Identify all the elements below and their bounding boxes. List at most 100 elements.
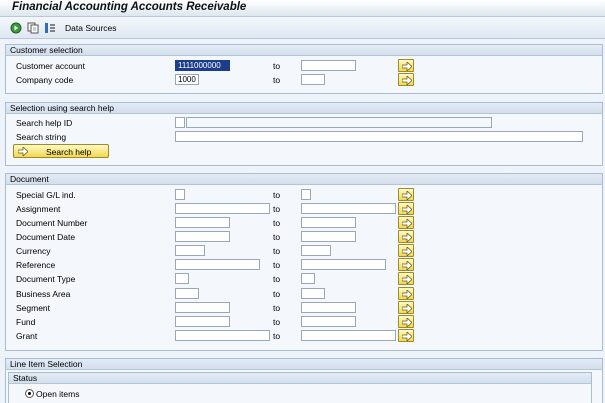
search-help-id-label: Search help ID bbox=[16, 118, 73, 128]
document-type-from-input[interactable] bbox=[175, 273, 189, 284]
multiple-selection-button[interactable] bbox=[398, 73, 414, 86]
reference-label: Reference bbox=[16, 260, 56, 270]
multiple-selection-button[interactable] bbox=[398, 230, 414, 243]
to-label: to bbox=[273, 289, 281, 299]
search-help-id-description bbox=[186, 117, 492, 128]
arrow-right-icon bbox=[402, 205, 412, 214]
execute-icon[interactable] bbox=[10, 22, 22, 34]
assignment-from-input[interactable] bbox=[175, 203, 270, 214]
currency-to-input[interactable] bbox=[301, 245, 331, 256]
to-label: to bbox=[273, 218, 281, 228]
to-label: to bbox=[273, 204, 281, 214]
title-bar: Financial Accounting Accounts Receivable bbox=[0, 0, 605, 17]
search-help-id-input[interactable] bbox=[175, 117, 185, 128]
document-date-label: Document Date bbox=[16, 232, 76, 242]
arrow-right-icon bbox=[402, 332, 412, 341]
arrow-right-icon bbox=[402, 275, 412, 284]
arrow-right-icon bbox=[402, 247, 412, 256]
assignment-to-input[interactable] bbox=[301, 203, 396, 214]
arrow-right-icon bbox=[402, 76, 412, 85]
to-label: to bbox=[273, 317, 281, 327]
fund-label: Fund bbox=[16, 317, 36, 327]
special-g-l-ind-from-input[interactable] bbox=[175, 189, 185, 200]
multiple-selection-button[interactable] bbox=[398, 315, 414, 328]
segment-to-input[interactable] bbox=[301, 302, 356, 313]
to-label: to bbox=[273, 260, 281, 270]
business-area-to-input[interactable] bbox=[301, 288, 325, 299]
arrow-right-icon bbox=[402, 261, 412, 270]
reference-to-input[interactable] bbox=[301, 259, 386, 270]
reference-from-input[interactable] bbox=[175, 259, 260, 270]
arrow-right-icon bbox=[402, 191, 412, 200]
arrow-right-icon bbox=[402, 62, 412, 71]
window-title: Financial Accounting Accounts Receivable bbox=[12, 1, 247, 13]
group-header: Document bbox=[6, 174, 602, 185]
selection-options-icon[interactable] bbox=[44, 22, 56, 34]
group-header: Line Item Selection bbox=[6, 359, 602, 370]
document-type-label: Document Type bbox=[16, 274, 76, 284]
multiple-selection-button[interactable] bbox=[398, 188, 414, 201]
currency-label: Currency bbox=[16, 246, 51, 256]
to-label: to bbox=[273, 274, 281, 284]
search-string-label: Search string bbox=[16, 132, 67, 142]
to-label: to bbox=[273, 331, 281, 341]
grant-to-input[interactable] bbox=[301, 330, 396, 341]
to-label: to bbox=[273, 75, 281, 85]
open-items-label: Open items bbox=[36, 389, 80, 399]
multiple-selection-button[interactable] bbox=[398, 59, 414, 72]
search-help-button[interactable]: Search help bbox=[13, 144, 109, 158]
business-area-from-input[interactable] bbox=[175, 288, 199, 299]
to-label: to bbox=[273, 61, 281, 71]
currency-from-input[interactable] bbox=[175, 245, 205, 256]
multiple-selection-button[interactable] bbox=[398, 329, 414, 342]
customer-account-from-input[interactable] bbox=[175, 60, 230, 71]
customer-account-label: Customer account bbox=[16, 61, 85, 71]
to-label: to bbox=[273, 246, 281, 256]
multiple-selection-button[interactable] bbox=[398, 202, 414, 215]
multiple-selection-button[interactable] bbox=[398, 301, 414, 314]
arrow-right-icon bbox=[402, 318, 412, 327]
special-g-l-ind-to-input[interactable] bbox=[301, 189, 311, 200]
search-string-input[interactable] bbox=[175, 131, 583, 142]
group-header: Customer selection bbox=[6, 45, 602, 56]
multiple-selection-button[interactable] bbox=[398, 287, 414, 300]
open-items-radio[interactable] bbox=[25, 389, 34, 398]
fund-from-input[interactable] bbox=[175, 316, 230, 327]
assignment-label: Assignment bbox=[16, 204, 61, 214]
get-variant-icon[interactable] bbox=[27, 22, 39, 34]
document-date-from-input[interactable] bbox=[175, 231, 230, 242]
customer-account-to-input[interactable] bbox=[301, 60, 356, 71]
arrow-right-icon bbox=[402, 304, 412, 313]
grant-from-input[interactable] bbox=[175, 330, 270, 341]
grant-label: Grant bbox=[16, 331, 38, 341]
segment-label: Segment bbox=[16, 303, 51, 313]
multiple-selection-button[interactable] bbox=[398, 258, 414, 271]
multiple-selection-button[interactable] bbox=[398, 216, 414, 229]
fund-to-input[interactable] bbox=[301, 316, 356, 327]
document-number-label: Document Number bbox=[16, 218, 88, 228]
search-help-button-label: Search help bbox=[46, 147, 92, 157]
application-toolbar: Data Sources bbox=[0, 17, 605, 39]
company-code-from-input[interactable] bbox=[175, 74, 199, 85]
multiple-selection-button[interactable] bbox=[398, 244, 414, 257]
to-label: to bbox=[273, 303, 281, 313]
segment-from-input[interactable] bbox=[175, 302, 230, 313]
to-label: to bbox=[273, 190, 281, 200]
special-g-l-ind-label: Special G/L ind. bbox=[16, 190, 76, 200]
document-date-to-input[interactable] bbox=[301, 231, 356, 242]
group-header: Selection using search help bbox=[6, 103, 602, 114]
company-code-label: Company code bbox=[16, 75, 74, 85]
document-number-from-input[interactable] bbox=[175, 217, 230, 228]
arrow-right-icon bbox=[402, 219, 412, 228]
arrow-right-icon bbox=[402, 290, 412, 299]
to-label: to bbox=[273, 232, 281, 242]
business-area-label: Business Area bbox=[16, 289, 71, 299]
arrow-right-icon bbox=[18, 147, 28, 156]
arrow-right-icon bbox=[402, 233, 412, 242]
status-group-header: Status bbox=[9, 373, 591, 384]
document-number-to-input[interactable] bbox=[301, 217, 356, 228]
data-sources-button[interactable]: Data Sources bbox=[65, 23, 117, 33]
document-type-to-input[interactable] bbox=[301, 273, 315, 284]
company-code-to-input[interactable] bbox=[301, 74, 325, 85]
multiple-selection-button[interactable] bbox=[398, 272, 414, 285]
